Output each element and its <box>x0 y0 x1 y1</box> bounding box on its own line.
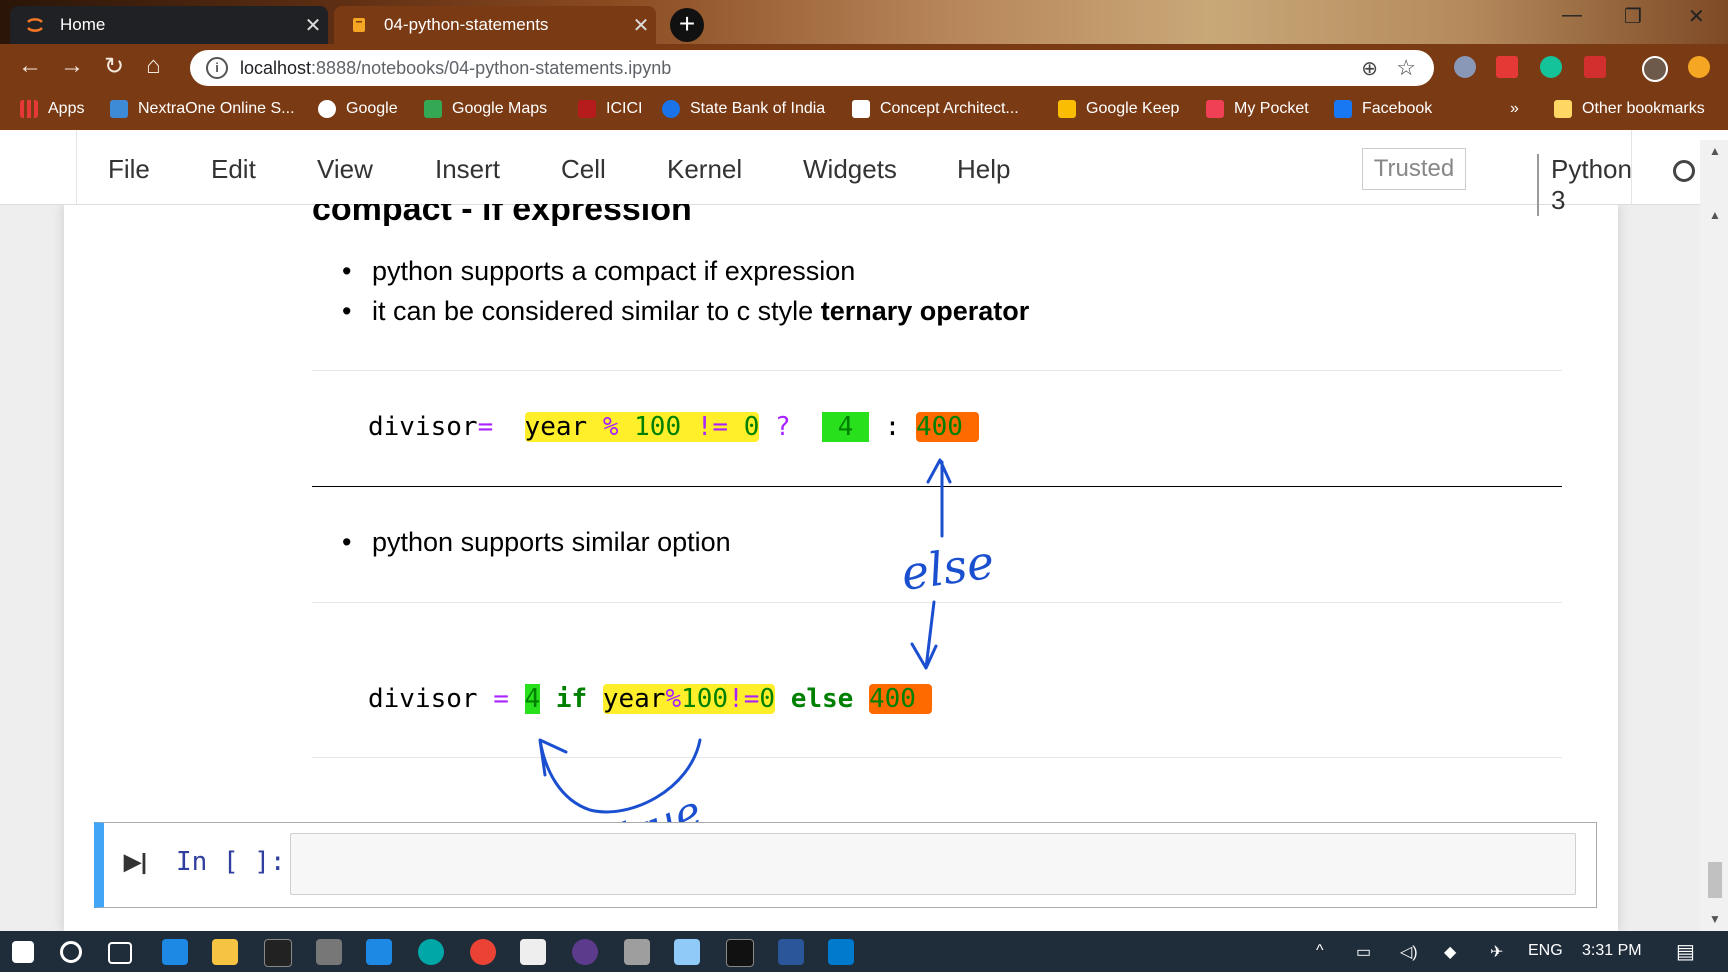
ink-arrow-down <box>910 600 938 670</box>
scroll-up-icon[interactable]: ▲ <box>1709 144 1721 158</box>
notifications-icon[interactable]: ▤ <box>1676 939 1695 964</box>
edge-icon[interactable] <box>162 939 188 965</box>
scroll-up-icon[interactable]: ▲ <box>1709 208 1721 222</box>
volume-icon[interactable]: ◁) <box>1400 942 1418 962</box>
search-icon[interactable] <box>60 941 82 963</box>
ink-text-else: else <box>898 535 997 601</box>
network-icon[interactable]: ✈ <box>1490 942 1503 962</box>
task-view-icon[interactable] <box>108 942 132 964</box>
terminal-icon[interactable] <box>726 939 754 967</box>
clock[interactable]: 3:31 PM <box>1582 942 1642 960</box>
scrollbar-thumb[interactable] <box>1708 862 1722 898</box>
ink-arrow-up <box>926 458 952 538</box>
battery-icon[interactable]: ▭ <box>1356 942 1371 962</box>
word-icon[interactable] <box>778 939 804 965</box>
arduino-icon[interactable] <box>418 939 444 965</box>
windows-start-icon[interactable] <box>12 941 34 963</box>
mail-icon[interactable] <box>520 939 546 965</box>
terminal-icon[interactable] <box>264 939 292 967</box>
code-cell-selected[interactable]: ▶| In [ ]: <box>94 822 1597 908</box>
run-cell-icon[interactable]: ▶| <box>124 849 147 875</box>
store-icon[interactable] <box>316 939 342 965</box>
input-prompt: In [ ]: <box>176 847 286 877</box>
chrome-icon[interactable] <box>470 939 496 965</box>
dropbox-tray-icon[interactable]: ◆ <box>1444 942 1456 962</box>
eclipse-icon[interactable] <box>572 939 598 965</box>
app-icon[interactable] <box>674 939 700 965</box>
tray-overflow-icon[interactable]: ^ <box>1316 942 1324 960</box>
language-indicator[interactable]: ENG <box>1528 942 1563 960</box>
cell-input-area[interactable] <box>290 833 1576 895</box>
vscode-icon[interactable] <box>828 939 854 965</box>
file-explorer-icon[interactable] <box>212 939 238 965</box>
scroll-down-icon[interactable]: ▼ <box>1709 912 1721 926</box>
app-icon[interactable] <box>624 939 650 965</box>
windows-taskbar: ^ ▭ ◁) ◆ ✈ ENG 3:31 PM ▤ <box>0 931 1728 972</box>
page-scrollbar[interactable]: ▲ ▲ ▼ <box>1700 140 1728 931</box>
dropbox-icon[interactable] <box>366 939 392 965</box>
